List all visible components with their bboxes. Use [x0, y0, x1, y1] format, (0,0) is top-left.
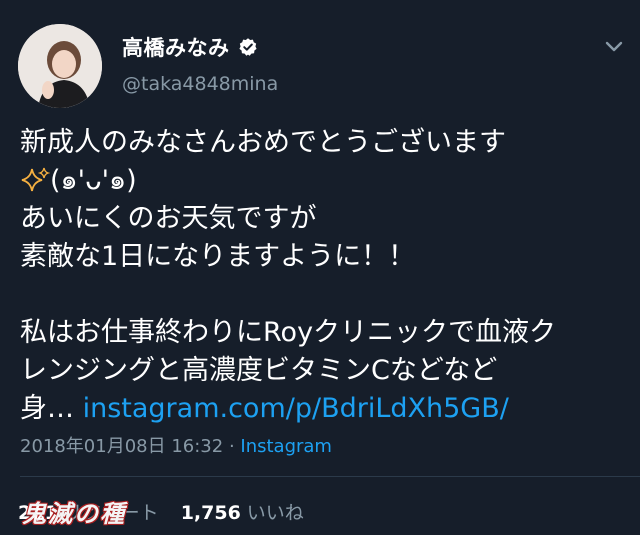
meta-separator: ·: [223, 436, 241, 457]
tweet-line: 素敵な1日になりますように！！: [20, 241, 416, 272]
likes-count[interactable]: 1,756: [181, 502, 241, 524]
chevron-down-icon[interactable]: [604, 40, 624, 54]
sparkles-icon: [21, 167, 50, 192]
verified-badge-icon: [238, 38, 257, 56]
tweet-text: 新成人のみなさんおめでとうございます (๑'ᴗ'๑) あいにくのお天気ですが 素…: [20, 124, 630, 428]
tweet-line: レンジングと高濃度ビタミンCなどなど: [20, 355, 498, 386]
tweet-line: 私はお仕事終わりにRoyクリニックで血液ク: [20, 317, 557, 348]
truncated-text: 身…: [20, 393, 83, 424]
avatar-image: [18, 24, 102, 108]
source-link[interactable]: Instagram: [240, 436, 332, 457]
tweet-line: 新成人のみなさんおめでとうございます: [20, 127, 506, 158]
user-handle[interactable]: @taka4848mina: [122, 73, 278, 95]
timestamp[interactable]: 2018年01月08日 16:32: [20, 436, 223, 457]
display-name[interactable]: 高橋みなみ: [122, 32, 230, 62]
tweet-meta: 2018年01月08日 16:32 · Instagram: [20, 432, 332, 458]
avatar[interactable]: [18, 24, 102, 108]
kaomoji: (๑'ᴗ'๑): [50, 165, 137, 196]
name-row: 高橋みなみ: [122, 32, 258, 62]
tweet-line: あいにくのお天気ですが: [20, 203, 317, 234]
instagram-link[interactable]: instagram.com/p/BdriLdXh5GB/: [83, 393, 509, 424]
tweet-line: 身… instagram.com/p/BdriLdXh5GB/: [20, 390, 630, 428]
watermark: 鬼滅の種: [22, 499, 126, 528]
tweet-line: (๑'ᴗ'๑): [20, 162, 630, 200]
divider: [20, 476, 640, 477]
tweet-card: 高橋みなみ @taka4848mina 新成人のみなさんおめでとうございます (…: [0, 0, 640, 535]
likes-label[interactable]: いいね: [247, 498, 304, 525]
